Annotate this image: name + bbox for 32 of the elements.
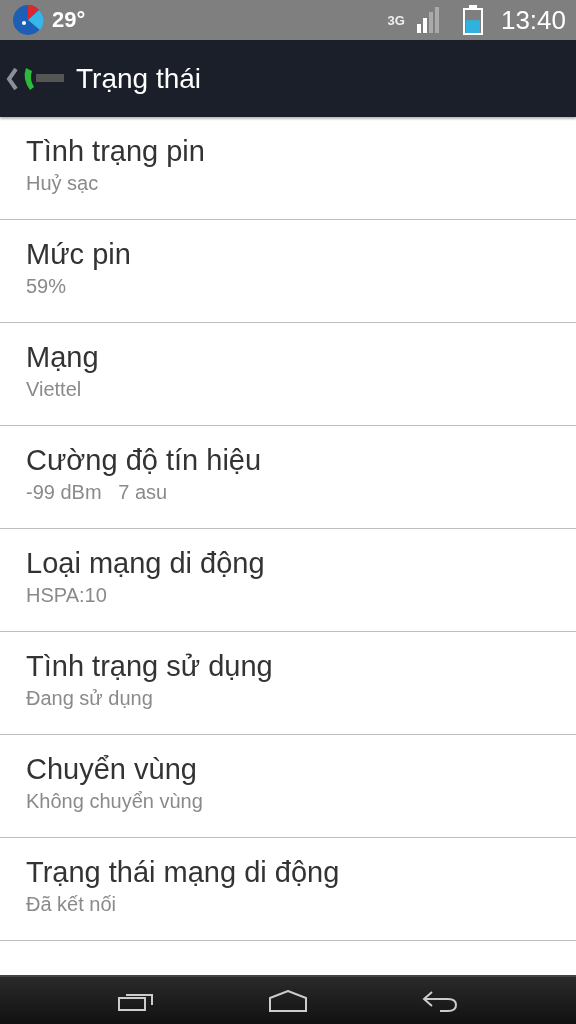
signal-icon [416,7,441,33]
settings-row[interactable]: Tình trạng pin Huỷ sạc [0,117,576,220]
temperature: 29° [52,7,86,33]
settings-row[interactable]: Chuyển vùng Không chuyển vùng [0,735,576,838]
row-summary: HSPA:10 [26,584,108,607]
row-title: Tình trạng pin [26,135,206,168]
row-summary: Viettel [26,378,83,401]
settings-row[interactable]: Loại mạng di động HSPA:10 [0,529,576,632]
row-summary: 59% [26,275,68,298]
chevron-left-icon [6,66,18,91]
network-type: 3G [387,12,405,28]
row-title: Mức pin [26,238,132,271]
row-title: Chuyển vùng [26,753,198,786]
clock: 13:40 [500,4,566,36]
row-title: Loại mạng di động [26,547,266,580]
settings-row[interactable]: Trạng thái mạng di động Đã kết nối [0,838,576,941]
row-summary: Huỷ sạc [26,172,100,195]
row-title: Tình trạng sử dụng [26,650,274,683]
row-summary: Đã kết nối [26,893,118,916]
settings-row[interactable]: Mức pin 59% [0,220,576,323]
row-summary: Đang sử dụng [26,687,154,710]
row-title: Trạng thái mạng di động [26,856,341,889]
row-title: Mạng [26,341,100,374]
settings-row[interactable]: Tình trạng sử dụng Đang sử dụng [0,632,576,735]
pie-chart-icon [12,4,44,36]
settings-row[interactable]: Cường độ tín hiệu -99 dBm 7 asu [0,426,576,529]
screen-title: Trạng thái [76,62,202,95]
settings-row[interactable]: Mạng Viettel [0,323,576,426]
row-summary: Không chuyển vùng [26,790,204,813]
row-summary: -99 dBm 7 asu [26,481,169,504]
battery-icon [462,5,483,35]
row-title: Cường độ tín hiệu [26,444,263,477]
